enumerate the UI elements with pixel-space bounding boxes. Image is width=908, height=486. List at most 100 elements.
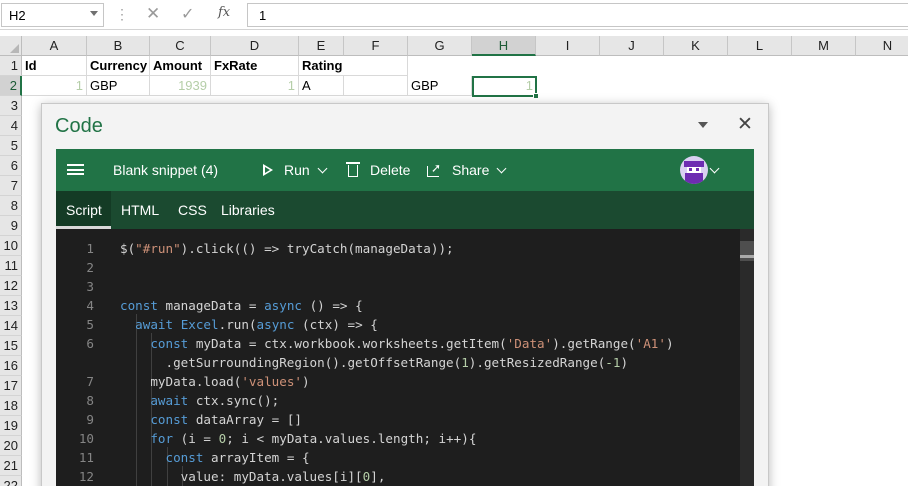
name-box[interactable]: H2 bbox=[1, 3, 104, 27]
row-header-1[interactable]: 1 bbox=[0, 56, 22, 76]
row-header-21[interactable]: 21 bbox=[0, 456, 22, 476]
row-header-14[interactable]: 14 bbox=[0, 316, 22, 336]
cell-b1[interactable]: Currency bbox=[87, 56, 150, 76]
column-header-l[interactable]: L bbox=[728, 36, 792, 56]
row-header-19[interactable]: 19 bbox=[0, 416, 22, 436]
cell-d1[interactable]: FxRate bbox=[211, 56, 299, 76]
row-header-10[interactable]: 10 bbox=[0, 236, 22, 256]
row-header-6[interactable]: 6 bbox=[0, 156, 22, 176]
cell-c2[interactable]: 1939 bbox=[150, 76, 211, 96]
row-header-9[interactable]: 9 bbox=[0, 216, 22, 236]
avatar[interactable] bbox=[680, 156, 708, 184]
row-header-12[interactable]: 12 bbox=[0, 276, 22, 296]
row-header-2[interactable]: 2 bbox=[0, 76, 22, 96]
column-header-i[interactable]: I bbox=[536, 36, 600, 56]
formula-input[interactable]: 1 bbox=[247, 3, 908, 27]
column-header-b[interactable]: B bbox=[87, 36, 150, 56]
code-line: 8 await ctx.sync(); bbox=[56, 391, 740, 410]
row-header-18[interactable]: 18 bbox=[0, 396, 22, 416]
snippet-name[interactable]: Blank snippet (4) bbox=[113, 149, 218, 191]
tab-css[interactable]: CSS bbox=[178, 191, 207, 229]
cell-e1[interactable]: Rating bbox=[299, 56, 408, 76]
share-chevron-icon[interactable] bbox=[496, 163, 507, 174]
column-header-a[interactable]: A bbox=[22, 36, 87, 56]
code-line: 1 $("#run").click(() => tryCatch(manageDa… bbox=[56, 239, 740, 258]
run-button[interactable]: Run bbox=[284, 149, 328, 191]
cell-b2[interactable]: GBP bbox=[87, 76, 150, 96]
code-text: $("#run").click(() => tryCatch(manageDat… bbox=[120, 241, 454, 256]
cell-f2[interactable] bbox=[344, 76, 408, 96]
row-header-16[interactable]: 16 bbox=[0, 356, 22, 376]
column-header-e[interactable]: E bbox=[299, 36, 344, 56]
code-text: await ctx.sync(); bbox=[150, 393, 280, 408]
code-text: const manageData = async () => { bbox=[120, 298, 363, 313]
code-text: myData.load('values') bbox=[120, 374, 310, 389]
trash-icon[interactable] bbox=[346, 162, 360, 177]
cell-g2[interactable]: GBP bbox=[408, 76, 472, 96]
row-header-20[interactable]: 20 bbox=[0, 436, 22, 456]
menu-icon[interactable] bbox=[67, 164, 84, 175]
scriptlab-toolbar: Blank snippet (4) Run Delete ➚ Share bbox=[56, 149, 754, 191]
tab-html[interactable]: HTML bbox=[121, 191, 159, 229]
column-header-h[interactable]: H bbox=[472, 36, 536, 56]
column-header-m[interactable]: M bbox=[792, 36, 856, 56]
line-number: 1 bbox=[86, 241, 94, 256]
editor-scroll-thumb[interactable] bbox=[740, 241, 754, 261]
delete-button[interactable]: Delete bbox=[370, 149, 410, 191]
fill-handle[interactable] bbox=[533, 93, 539, 99]
code-line: .getSurroundingRegion().getOffsetRange(1… bbox=[56, 353, 740, 372]
line-number: 6 bbox=[86, 336, 94, 351]
row-header-4[interactable]: 4 bbox=[0, 116, 22, 136]
code-line: 10 for (i = 0; i < myData.values.length;… bbox=[56, 429, 740, 448]
select-all-button[interactable] bbox=[0, 36, 22, 56]
column-header-d[interactable]: D bbox=[211, 36, 299, 56]
active-cell-h2[interactable]: 1 bbox=[472, 76, 537, 97]
column-header-k[interactable]: K bbox=[664, 36, 728, 56]
cell-c1[interactable]: Amount bbox=[150, 56, 211, 76]
editor-scrollbar[interactable] bbox=[740, 229, 754, 486]
name-box-dropdown-icon[interactable] bbox=[90, 11, 98, 16]
row-header-3[interactable]: 3 bbox=[0, 96, 22, 116]
column-header-g[interactable]: G bbox=[408, 36, 472, 56]
column-header-f[interactable]: F bbox=[344, 36, 408, 56]
more-options-icon[interactable]: ⋮ bbox=[115, 6, 129, 23]
run-label: Run bbox=[284, 162, 310, 178]
row-header-11[interactable]: 11 bbox=[0, 256, 22, 276]
account-chevron-icon[interactable] bbox=[709, 149, 720, 191]
row-header-17[interactable]: 17 bbox=[0, 376, 22, 396]
line-number: 8 bbox=[86, 393, 94, 408]
row-header-5[interactable]: 5 bbox=[0, 136, 22, 156]
line-number: 7 bbox=[86, 374, 94, 389]
row-header-13[interactable]: 13 bbox=[0, 296, 22, 316]
share-icon[interactable]: ➚ bbox=[427, 161, 443, 177]
row-header-22[interactable]: 22 bbox=[0, 476, 22, 486]
code-text: const myData = ctx.workbook.worksheets.g… bbox=[150, 336, 674, 351]
formula-bar: H2 ⋮ ✕ ✓ fx 1 bbox=[0, 0, 908, 30]
code-editor[interactable]: 1 $("#run").click(() => tryCatch(manageDa… bbox=[56, 229, 754, 486]
code-text: value: myData.values[i][0], bbox=[120, 469, 386, 484]
cell-a1[interactable]: Id bbox=[22, 56, 87, 76]
tab-script[interactable]: Script bbox=[56, 191, 111, 229]
code-text: await Excel.run(async (ctx) => { bbox=[135, 317, 378, 332]
code-text: const arrayItem = { bbox=[165, 450, 310, 465]
column-header-j[interactable]: J bbox=[600, 36, 664, 56]
close-pane-icon[interactable]: ✕ bbox=[737, 115, 753, 135]
column-header-n[interactable]: N bbox=[856, 36, 908, 56]
cell-d2[interactable]: 1 bbox=[211, 76, 299, 96]
line-number: 12 bbox=[78, 469, 94, 484]
run-icon[interactable] bbox=[263, 164, 273, 176]
share-button[interactable]: Share bbox=[452, 149, 507, 191]
row-header-8[interactable]: 8 bbox=[0, 196, 22, 216]
line-number: 2 bbox=[86, 260, 94, 275]
cancel-icon[interactable]: ✕ bbox=[146, 4, 160, 24]
column-header-c[interactable]: C bbox=[150, 36, 211, 56]
insert-function-icon[interactable]: fx bbox=[218, 5, 230, 20]
row-header-7[interactable]: 7 bbox=[0, 176, 22, 196]
tab-libraries[interactable]: Libraries bbox=[221, 191, 275, 229]
pane-options-chevron-icon[interactable] bbox=[698, 122, 708, 128]
run-chevron-icon[interactable] bbox=[317, 163, 328, 174]
cell-a2[interactable]: 1 bbox=[22, 76, 87, 96]
row-header-15[interactable]: 15 bbox=[0, 336, 22, 356]
cell-e2[interactable]: A bbox=[299, 76, 344, 96]
enter-icon[interactable]: ✓ bbox=[181, 4, 194, 24]
